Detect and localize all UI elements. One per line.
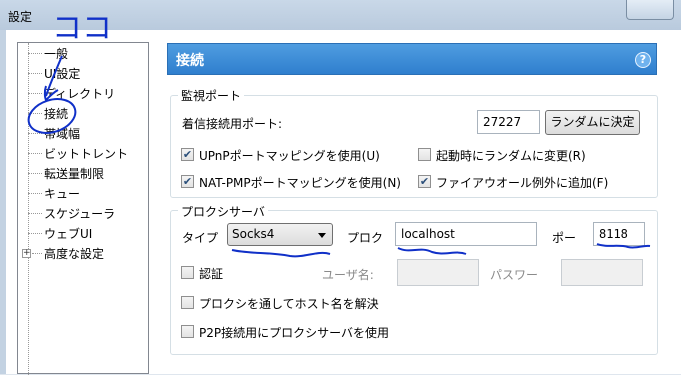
proxy-type-label: タイプ [182,231,219,245]
proxy-host-field[interactable]: localhost [395,222,537,246]
tree-item-label: スケジューラ [44,207,116,221]
natpmp-label[interactable]: NAT-PMPポートマッピングを使用(N) [199,174,401,191]
p2p-proxy-label[interactable]: P2P接続用にプロクシサーバを使用 [199,324,389,341]
tree-item-label: ウェブUI [44,227,93,241]
random-port-button[interactable]: ランダムに決定 [545,110,640,135]
username-field [397,259,479,286]
upnp-label[interactable]: UPnPポートマッピングを使用(U) [199,147,380,164]
proxy-host-label: プロク [347,231,384,245]
proxy-type-value: Socks4 [232,227,275,241]
tree-item-label: 高度な設定 [44,247,105,261]
tree-item-label: キュー [44,187,81,201]
tree-item-queue[interactable]: キュー [18,185,148,203]
help-icon[interactable]: ? [635,52,651,68]
random-on-start-label[interactable]: 起動時にランダムに変更(R) [436,147,586,164]
natpmp-checkbox[interactable]: ✔ [181,175,194,188]
tree-item-scheduler[interactable]: スケジューラ [18,205,148,223]
tree-item-advanced[interactable]: + 高度な設定 [18,245,148,263]
tree-item-ui-settings[interactable]: UI設定 [18,65,148,83]
tree-item-connection[interactable]: 接続 [18,105,148,123]
resolve-hostnames-checkbox[interactable] [181,296,194,309]
tree-item-label: ディレクトリ [44,87,116,101]
section-title: 接続 [176,53,204,69]
resolve-hostnames-label[interactable]: プロクシを通してホスト名を解決 [199,295,379,312]
p2p-proxy-checkbox[interactable] [181,325,194,338]
close-button[interactable] [626,0,674,20]
tree-item-label: ビットトレント [44,147,129,161]
category-tree[interactable]: 一般 UI設定 ディレクトリ 接続 帯域幅 ビットトレント 転送量制限 キュー … [17,42,149,375]
password-label: パスワー [490,268,539,282]
tree-item-general[interactable]: 一般 [18,45,148,63]
firewall-checkbox[interactable]: ✔ [418,175,431,188]
username-label: ユーザ名: [322,268,374,282]
window-titlebar: 設定 [0,0,681,30]
proxy-port-field[interactable]: 8118 [593,222,645,246]
expand-icon[interactable]: + [22,249,31,258]
section-header: 接続 ? [167,43,657,75]
tree-item-transfer-cap[interactable]: 転送量制限 [18,165,148,183]
random-on-start-checkbox[interactable] [418,148,431,161]
tree-item-directories[interactable]: ディレクトリ [18,85,148,103]
tree-item-label: 接続 [44,107,69,121]
tree-item-label: 帯域幅 [44,127,81,141]
listen-port-legend: 監視ポート [178,87,245,104]
chevron-down-icon [318,233,326,238]
tree-item-label: UI設定 [44,67,81,81]
tree-item-web-ui[interactable]: ウェブUI [18,225,148,243]
tree-item-label: 転送量制限 [44,167,105,181]
proxy-type-select[interactable]: Socks4 [227,223,333,246]
incoming-port-label: 着信接続用ポート: [182,117,283,131]
upnp-checkbox[interactable]: ✔ [181,148,194,161]
proxy-port-label: ポー [552,231,577,245]
auth-checkbox[interactable] [181,266,194,279]
incoming-port-field[interactable]: 27227 [477,110,540,134]
firewall-label[interactable]: ファイアウオール例外に追加(F) [436,174,608,191]
auth-label[interactable]: 認証 [199,265,223,282]
tree-item-label: 一般 [44,47,69,61]
tree-item-bandwidth[interactable]: 帯域幅 [18,125,148,143]
password-field [561,259,643,286]
proxy-legend: プロクシサーバ [178,203,268,220]
tree-item-bittorrent[interactable]: ビットトレント [18,145,148,163]
window-title: 設定 [8,10,33,24]
